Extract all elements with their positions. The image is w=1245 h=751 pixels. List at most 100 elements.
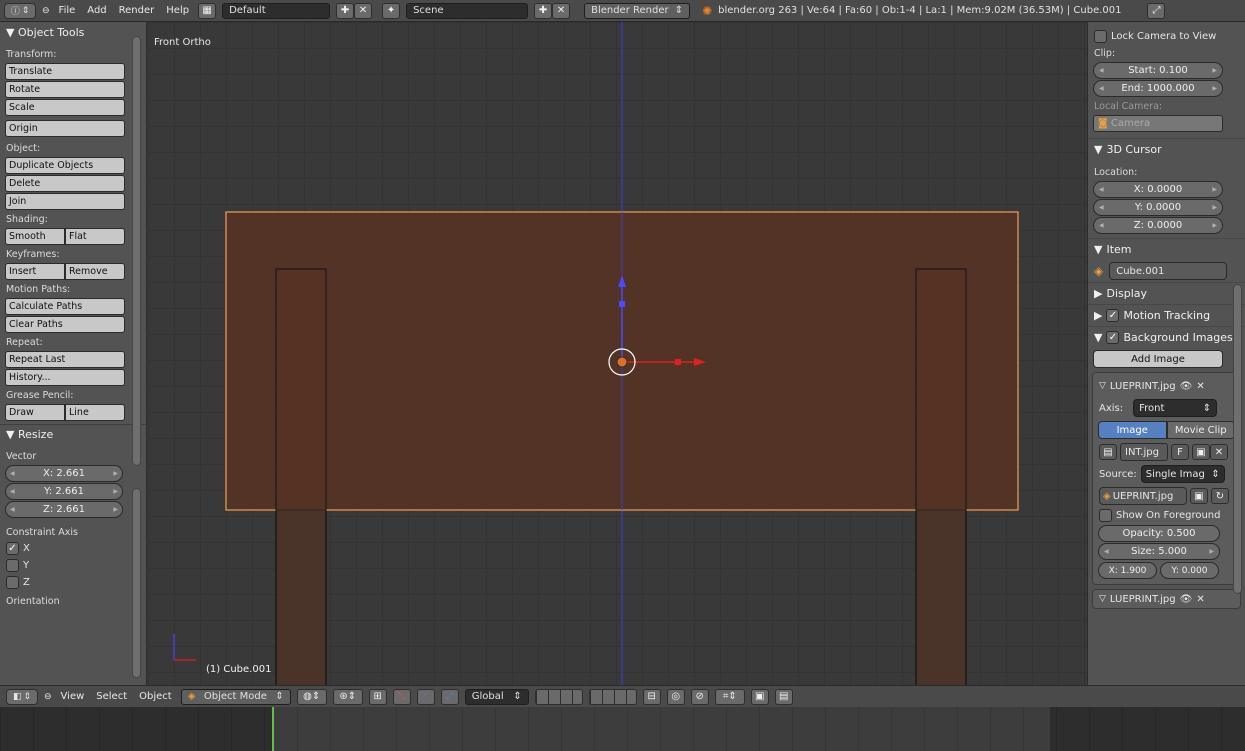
local-camera-field[interactable]: ◙ Camera bbox=[1093, 115, 1223, 132]
menu-object[interactable]: Object bbox=[136, 691, 175, 702]
calculate-paths-button[interactable]: Calculate Paths bbox=[5, 298, 125, 315]
menu-add[interactable]: Add bbox=[84, 5, 109, 16]
repeat-last-button[interactable]: Repeat Last bbox=[5, 351, 125, 368]
menu-select[interactable]: Select bbox=[93, 691, 130, 702]
background-images-header[interactable]: ▼ ✓ Background Images bbox=[1088, 326, 1245, 348]
rotate-manipulator-icon[interactable]: ◜ bbox=[416, 688, 435, 705]
reload-icon[interactable]: ↻ bbox=[1211, 488, 1229, 504]
snap-element-icon[interactable]: ⌗⇕ bbox=[714, 688, 745, 705]
gizmo-z-scale-handle[interactable] bbox=[619, 301, 625, 307]
fullscreen-icon[interactable]: ⤢ bbox=[1147, 2, 1166, 19]
lock-layers-icon[interactable]: ⊟ bbox=[642, 688, 661, 705]
display-header[interactable]: ▶ Display bbox=[1088, 282, 1245, 304]
checkbox-icon[interactable] bbox=[1094, 30, 1107, 43]
checkbox-icon[interactable] bbox=[6, 576, 19, 589]
clip-start-field[interactable]: ◀ Start: 0.100 ▶ bbox=[1093, 62, 1223, 79]
resize-z-field[interactable]: ◀ Z: 2.661 ▶ bbox=[5, 501, 123, 518]
cursor-z-field[interactable]: ◀ Z: 0.0000 ▶ bbox=[1093, 217, 1223, 234]
close-icon[interactable]: ✕ bbox=[1196, 381, 1204, 392]
draw-button[interactable]: Draw bbox=[5, 404, 65, 421]
checkbox-icon[interactable] bbox=[6, 559, 19, 572]
eye-icon[interactable]: 👁 bbox=[1180, 381, 1193, 392]
opacity-slider[interactable]: Opacity: 0.500 bbox=[1098, 525, 1220, 542]
screen-layout-icon[interactable]: ▦ bbox=[198, 2, 217, 19]
pivot-point-icon[interactable]: ⊛⇕ bbox=[332, 688, 363, 705]
3d-cursor-header[interactable]: ▼ 3D Cursor bbox=[1088, 138, 1245, 160]
viewport-shading-icon[interactable]: ◍⇕ bbox=[296, 688, 327, 705]
image-file-field[interactable]: INT.jpg bbox=[1120, 443, 1168, 461]
timeline-region[interactable] bbox=[0, 707, 1245, 751]
editor-type-selector[interactable]: ⓘ ⇕ bbox=[4, 2, 36, 19]
collapse-menu-icon[interactable]: ⊖ bbox=[44, 692, 52, 702]
layout-dropdown[interactable]: Default bbox=[222, 2, 331, 19]
eye-icon[interactable]: 👁 bbox=[1180, 594, 1193, 605]
scale-button[interactable]: Scale bbox=[5, 99, 125, 116]
gizmo-x-scale-handle[interactable] bbox=[675, 359, 681, 365]
add-image-button[interactable]: Add Image bbox=[1093, 350, 1223, 368]
bg-image-header[interactable]: ▽ LUEPRINT.jpg 👁 ✕ bbox=[1093, 375, 1240, 397]
scene-dropdown[interactable]: Scene bbox=[406, 2, 529, 19]
menu-file[interactable]: File bbox=[56, 5, 79, 16]
render-animation-icon[interactable]: ▤ bbox=[774, 688, 793, 705]
resize-x-field[interactable]: ◀ X: 2.661 ▶ bbox=[5, 465, 123, 482]
resize-y-field[interactable]: ◀ Y: 2.661 ▶ bbox=[5, 483, 123, 500]
flat-button[interactable]: Flat bbox=[65, 228, 125, 245]
render-engine-dropdown[interactable]: Blender Render ⇕ bbox=[584, 2, 691, 19]
resize-scrollbar[interactable] bbox=[132, 488, 141, 678]
remove-layout-icon[interactable]: ✕ bbox=[354, 2, 373, 19]
axis-dropdown[interactable]: Front ⇕ bbox=[1133, 399, 1218, 417]
menu-view[interactable]: View bbox=[58, 691, 88, 702]
checkbox-icon[interactable] bbox=[1099, 509, 1112, 522]
3d-viewport[interactable]: Front Ortho (1) Cube.001 bbox=[148, 22, 1086, 685]
current-frame-indicator[interactable] bbox=[272, 707, 274, 751]
translate-button[interactable]: Translate bbox=[5, 63, 125, 80]
unlink-icon[interactable]: ✕ bbox=[1210, 444, 1228, 460]
cursor-x-field[interactable]: ◀ X: 0.0000 ▶ bbox=[1093, 181, 1223, 198]
scene-icon[interactable]: ✦ bbox=[382, 2, 401, 19]
source-dropdown[interactable]: Single Imag ⇕ bbox=[1140, 465, 1225, 483]
line-button[interactable]: Line bbox=[65, 404, 125, 421]
properties-scrollbar[interactable] bbox=[1233, 284, 1242, 594]
open-file-icon[interactable]: ▣ bbox=[1192, 444, 1210, 460]
movie-clip-tab[interactable]: Movie Clip bbox=[1166, 421, 1235, 439]
checkbox-checked-icon[interactable]: ✓ bbox=[1106, 331, 1120, 344]
delete-button[interactable]: Delete bbox=[5, 175, 125, 192]
insert-keyframe-button[interactable]: Insert bbox=[5, 263, 65, 280]
offset-y-field[interactable]: Y: 0.000 bbox=[1160, 562, 1219, 579]
constraint-x-row[interactable]: ✓ X bbox=[0, 540, 146, 557]
transform-orientation-dropdown[interactable]: Global ⇕ bbox=[464, 688, 529, 705]
editor-type-selector[interactable]: ◧ ⇕ bbox=[6, 688, 38, 705]
snap-toggle-icon[interactable]: ⊘ bbox=[690, 688, 709, 705]
duplicate-objects-button[interactable]: Duplicate Objects bbox=[5, 157, 125, 174]
history-button[interactable]: History... bbox=[5, 369, 125, 386]
collapse-menu-icon[interactable]: ⊖ bbox=[42, 6, 50, 16]
offset-x-field[interactable]: X: 1.900 bbox=[1098, 562, 1157, 579]
remove-scene-icon[interactable]: ✕ bbox=[552, 2, 571, 19]
source-file-field[interactable]: ◈ UEPRINT.jpg bbox=[1099, 487, 1187, 505]
scale-manipulator-icon[interactable]: ⤢ bbox=[440, 688, 459, 705]
clear-paths-button[interactable]: Clear Paths bbox=[5, 316, 125, 333]
proportional-edit-icon[interactable]: ◎ bbox=[666, 688, 685, 705]
object-tools-header[interactable]: ▼ Object Tools bbox=[0, 22, 146, 42]
item-header[interactable]: ▼ Item bbox=[1088, 238, 1245, 260]
origin-button[interactable]: Origin bbox=[5, 120, 125, 137]
tools-scrollbar[interactable] bbox=[132, 36, 141, 466]
motion-tracking-header[interactable]: ▶ ✓ Motion Tracking bbox=[1088, 304, 1245, 326]
image-tab[interactable]: Image bbox=[1098, 421, 1167, 439]
mode-dropdown[interactable]: ◈ Object Mode ⇕ bbox=[180, 688, 291, 705]
background-image-box-2[interactable]: ▽ LUEPRINT.jpg 👁 ✕ bbox=[1092, 589, 1241, 609]
rotate-button[interactable]: Rotate bbox=[5, 81, 125, 98]
add-scene-icon[interactable]: ✚ bbox=[534, 2, 553, 19]
cursor-y-field[interactable]: ◀ Y: 0.0000 ▶ bbox=[1093, 199, 1223, 216]
size-field[interactable]: ◀ Size: 5.000 ▶ bbox=[1098, 543, 1220, 560]
scene-layers-2[interactable] bbox=[588, 688, 637, 705]
open-file-icon[interactable]: ▣ bbox=[1190, 488, 1208, 504]
menu-render[interactable]: Render bbox=[116, 5, 158, 16]
add-layout-icon[interactable]: ✚ bbox=[336, 2, 355, 19]
smooth-button[interactable]: Smooth bbox=[5, 228, 65, 245]
checkbox-checked-icon[interactable]: ✓ bbox=[1106, 309, 1120, 322]
manipulator-toggle-icon[interactable]: ⊞ bbox=[368, 688, 387, 705]
item-name-input[interactable]: Cube.001 bbox=[1109, 262, 1228, 280]
scene-layers-1[interactable] bbox=[534, 688, 583, 705]
remove-keyframe-button[interactable]: Remove bbox=[65, 263, 125, 280]
